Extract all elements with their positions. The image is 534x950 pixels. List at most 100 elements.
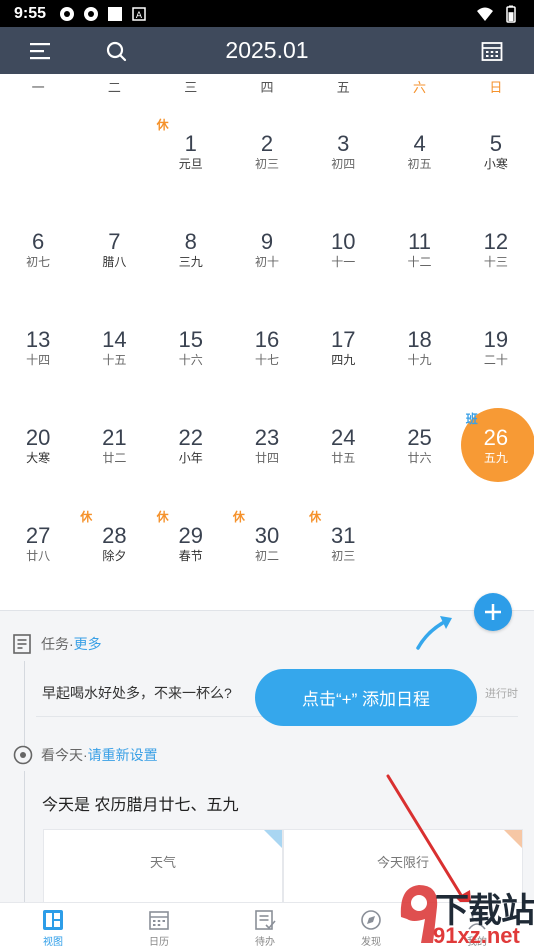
calendar-day[interactable]: 15 十六 — [153, 298, 229, 396]
nav-todo-label: 待办 — [255, 937, 275, 948]
weather-card-label: 天气 — [149, 855, 176, 870]
task-item[interactable]: 早起喝水好处多，不来一杯么? — [42, 683, 232, 703]
task-status: 进行时 — [485, 688, 518, 700]
day-number: 5 — [489, 131, 502, 156]
lunar-date: 廿二 — [102, 451, 127, 465]
day-number: 11 — [408, 229, 431, 254]
add-event-button[interactable] — [474, 593, 512, 631]
lunar-date: 十三 — [483, 255, 508, 269]
lunar-date: 大寒 — [26, 451, 51, 465]
calendar-day[interactable]: 3 初四 — [305, 102, 381, 200]
calendar-day[interactable]: 20 大寒 — [0, 396, 76, 494]
day-number: 7 — [108, 229, 121, 254]
calendar-day[interactable]: 9 初十 — [229, 200, 305, 298]
tasks-more-link[interactable]: 更多 — [74, 634, 102, 654]
battery-icon — [506, 5, 516, 23]
day-number: 15 — [178, 327, 203, 352]
day-number: 12 — [483, 229, 509, 254]
calendar-week-row: 休 1 元旦 2 初三 3 初四 4 初五 5 小寒 — [0, 102, 534, 200]
day-number: 19 — [483, 327, 509, 352]
calendar-week-row: 27 廿八休 28 除夕休 29 春节休 30 初二休 31 初三 — [0, 494, 534, 592]
view-grid-icon — [43, 910, 63, 930]
wifi-icon — [477, 7, 493, 21]
lunar-date: 初三 — [254, 157, 279, 171]
search-icon — [106, 41, 127, 61]
calendar-view-button[interactable] — [467, 27, 517, 74]
nav-calendar[interactable]: 日历 — [106, 903, 212, 950]
calendar-week-row: 13 十四 14 十五 15 十六 16 十七 17 四九 18 十九 19 二十 — [0, 298, 534, 396]
calendar-day[interactable]: 22 小年 — [153, 396, 229, 494]
notification-icon — [60, 6, 75, 21]
weekday-tue: 二 — [107, 80, 121, 95]
calendar-day[interactable]: 5 小寒 — [458, 102, 534, 200]
nav-todo[interactable]: 待办 — [212, 903, 318, 950]
calendar-day[interactable]: 8 三九 — [153, 200, 229, 298]
calendar-day[interactable]: 25 廿六 — [381, 396, 457, 494]
calendar-day[interactable]: 休 29 春节 — [153, 494, 229, 592]
calendar-day[interactable]: 16 十七 — [229, 298, 305, 396]
calendar-day-selected[interactable]: 班 26 五九 — [458, 396, 534, 494]
calendar-week-row: 6 初七 7 腊八 8 三九 9 初十 10 十一 11 十二 12 十三 — [0, 200, 534, 298]
day-number: 23 — [254, 425, 280, 450]
target-icon — [13, 745, 33, 765]
todo-icon — [255, 910, 276, 930]
calendar-day[interactable]: 13 十四 — [0, 298, 76, 396]
lunar-date: 小寒 — [483, 157, 508, 171]
calendar-day[interactable]: 4 初五 — [381, 102, 457, 200]
today-reset-link[interactable]: 请重新设置 — [88, 745, 158, 765]
calendar-day[interactable]: 27 廿八 — [0, 494, 76, 592]
lunar-date: 小年 — [178, 451, 203, 465]
nav-view[interactable]: 视图 — [0, 903, 106, 950]
weekday-thu: 四 — [260, 80, 274, 95]
calendar-day[interactable]: 12 十三 — [458, 200, 534, 298]
day-number: 29 — [178, 523, 203, 548]
calendar-day[interactable]: 24 廿五 — [305, 396, 381, 494]
calendar-day[interactable]: 休 1 元旦 — [153, 102, 229, 200]
calendar-day[interactable]: 10 十一 — [305, 200, 381, 298]
lunar-date: 初四 — [331, 157, 356, 171]
calendar-day[interactable]: 2 初三 — [229, 102, 305, 200]
lunar-date: 腊八 — [102, 255, 127, 269]
search-button[interactable] — [91, 27, 141, 74]
lunar-date: 廿四 — [254, 451, 279, 465]
lunar-date: 廿五 — [331, 451, 356, 465]
calendar-day[interactable]: 休 30 初二 — [229, 494, 305, 592]
weather-card[interactable]: 天气 — [43, 829, 283, 902]
day-number: 2 — [260, 131, 274, 156]
site-watermark: 下载站 91xz.net — [395, 875, 534, 950]
calendar-icon — [481, 41, 503, 61]
calendar-day[interactable]: 17 四九 — [305, 298, 381, 396]
calendar-day[interactable]: 23 廿四 — [229, 396, 305, 494]
calendar-day[interactable]: 6 初七 — [0, 200, 76, 298]
notification-icon — [84, 6, 99, 21]
month-title[interactable]: 2025.01 — [0, 27, 534, 74]
task-list-icon — [13, 634, 31, 654]
lunar-date: 十六 — [178, 353, 203, 367]
day-number: 18 — [407, 327, 432, 352]
weekday-sun: 日 — [489, 80, 503, 95]
lunar-date: 四九 — [331, 353, 356, 367]
add-event-hint[interactable]: 点击“+” 添加日程 — [255, 669, 477, 726]
app-header: 2025.01 — [0, 27, 534, 74]
app-a-icon: A — [132, 6, 146, 21]
calendar-day[interactable]: 19 二十 — [458, 298, 534, 396]
lunar-date: 三九 — [178, 255, 203, 269]
day-number: 22 — [178, 425, 203, 450]
status-bar: 9:55 A — [0, 0, 534, 27]
calendar-day[interactable]: 14 十五 — [76, 298, 152, 396]
lunar-date: 十五 — [102, 353, 127, 367]
tasks-header: 任务 · 更多 — [12, 633, 102, 655]
tasks-heading: 任务 — [41, 636, 69, 652]
calendar-day[interactable]: 7 腊八 — [76, 200, 152, 298]
lunar-date: 初二 — [254, 549, 279, 563]
calendar-day[interactable]: 休 31 初三 — [305, 494, 381, 592]
today-header: 看今天 · 请重新设置 — [12, 744, 158, 766]
lunar-date: 十一 — [331, 255, 356, 269]
calendar-day[interactable]: 21 廿二 — [76, 396, 152, 494]
calendar-day[interactable]: 11 十二 — [381, 200, 457, 298]
lunar-date: 五九 — [483, 451, 508, 465]
menu-button[interactable] — [16, 27, 66, 74]
calendar-day[interactable]: 18 十九 — [381, 298, 457, 396]
calendar-day[interactable]: 休 28 除夕 — [76, 494, 152, 592]
day-number: 25 — [407, 425, 432, 450]
